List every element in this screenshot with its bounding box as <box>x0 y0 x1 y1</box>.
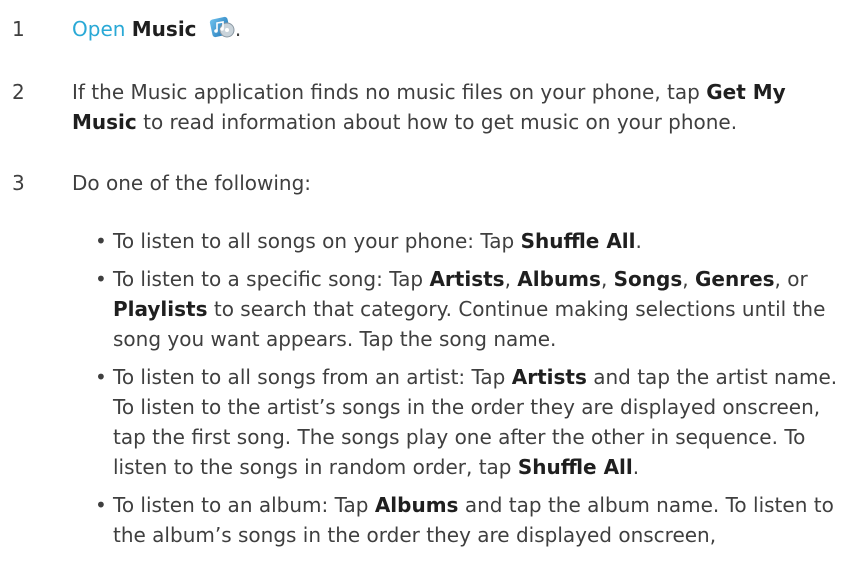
bullet-text: , or <box>774 267 808 291</box>
bold-term: Albums <box>374 493 459 517</box>
bullet-text: , <box>600 267 614 291</box>
bold-term: Genres <box>694 267 775 291</box>
bold-term: Shuffle All <box>517 455 633 479</box>
bullet-marker: • <box>95 493 107 517</box>
bold-term: Artists <box>429 267 505 291</box>
bold-term: Albums <box>517 267 601 291</box>
bullet-text: To listen to all songs from an artist: T… <box>113 365 512 389</box>
bold-term: Songs <box>613 267 683 291</box>
bullet-marker: • <box>95 229 107 253</box>
list-item: • To listen to all songs on your phone: T… <box>95 226 845 256</box>
bullet-text: to search that category. Continue making… <box>113 297 826 351</box>
bullet-text: To listen to an album: Tap <box>113 493 375 517</box>
bold-term: Shuffle All <box>520 229 636 253</box>
music-app-name: Music <box>131 17 197 41</box>
bullet-text: To listen to a specific song: Tap <box>113 267 430 291</box>
bullet-marker: • <box>95 267 107 291</box>
step-number: 2 <box>12 80 25 104</box>
bullet-text: . <box>632 455 640 479</box>
bullet-marker: • <box>95 365 107 389</box>
bullet-text: , <box>682 267 695 291</box>
step-number: 3 <box>12 171 25 195</box>
bold-term: Playlists <box>113 297 208 321</box>
options-list: • To listen to all songs on your phone: T… <box>95 226 845 558</box>
music-app-icon[interactable] <box>209 14 235 40</box>
open-link[interactable]: Open <box>72 17 125 41</box>
bullet-text: . <box>635 229 642 253</box>
step-2-text-after: to read information about how to get mus… <box>136 110 738 134</box>
step-2-text-before: If the Music application finds no music … <box>72 80 707 104</box>
list-item: • To listen to a specific song: Tap Artis… <box>95 264 845 354</box>
step-text: Do one of the following: <box>72 171 312 195</box>
step-text: Open Music . <box>72 14 842 44</box>
list-item: • To listen to all songs from an artist: … <box>95 362 845 482</box>
bold-term: Artists <box>511 365 587 389</box>
bullet-text: To listen to all songs on your phone: Ta… <box>113 229 521 253</box>
list-item: • To listen to an album: Tap Albums and t… <box>95 490 845 550</box>
step-text: If the Music application finds no music … <box>72 77 842 137</box>
step-1-suffix: . <box>234 17 242 41</box>
bullet-text: , <box>504 267 518 291</box>
step-number: 1 <box>12 17 25 41</box>
